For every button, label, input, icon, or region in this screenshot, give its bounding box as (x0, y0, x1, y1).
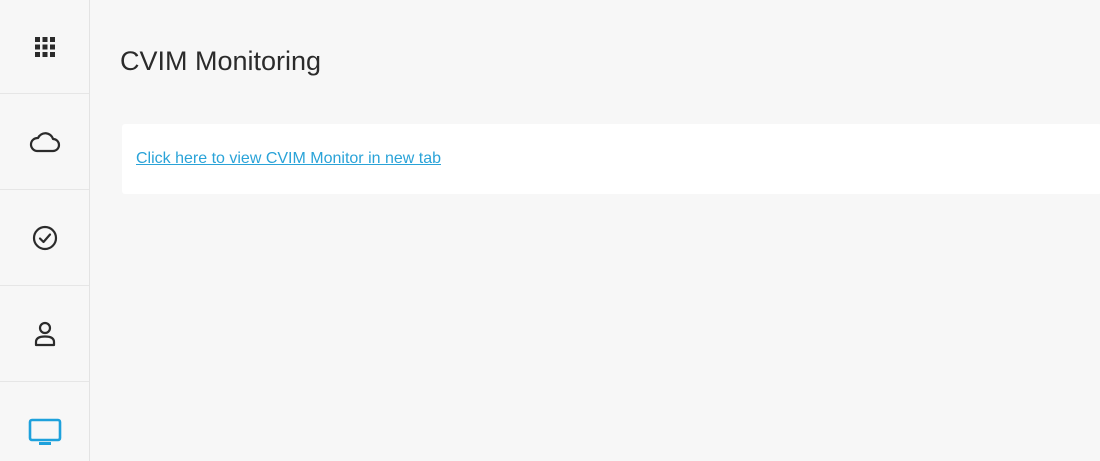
monitor-icon (28, 418, 61, 445)
open-cvim-monitor-link[interactable]: Click here to view CVIM Monitor in new t… (136, 150, 441, 168)
sidebar-item-monitoring[interactable] (0, 382, 89, 461)
monitor-link-card: Click here to view CVIM Monitor in new t… (122, 124, 1100, 194)
apps-grid-icon (34, 36, 55, 57)
sidebar (0, 0, 90, 461)
sidebar-item-cloud[interactable] (0, 94, 89, 190)
user-icon (34, 321, 55, 346)
check-circle-icon (32, 225, 57, 250)
sidebar-item-validation[interactable] (0, 190, 89, 286)
app-window: CVIM Monitoring Click here to view CVIM … (0, 0, 1100, 461)
page-title: CVIM Monitoring (120, 46, 322, 76)
sidebar-item-apps[interactable] (0, 0, 89, 94)
main-content: CVIM Monitoring Click here to view CVIM … (90, 0, 1100, 461)
cloud-icon (29, 131, 60, 152)
sidebar-item-user[interactable] (0, 286, 89, 382)
